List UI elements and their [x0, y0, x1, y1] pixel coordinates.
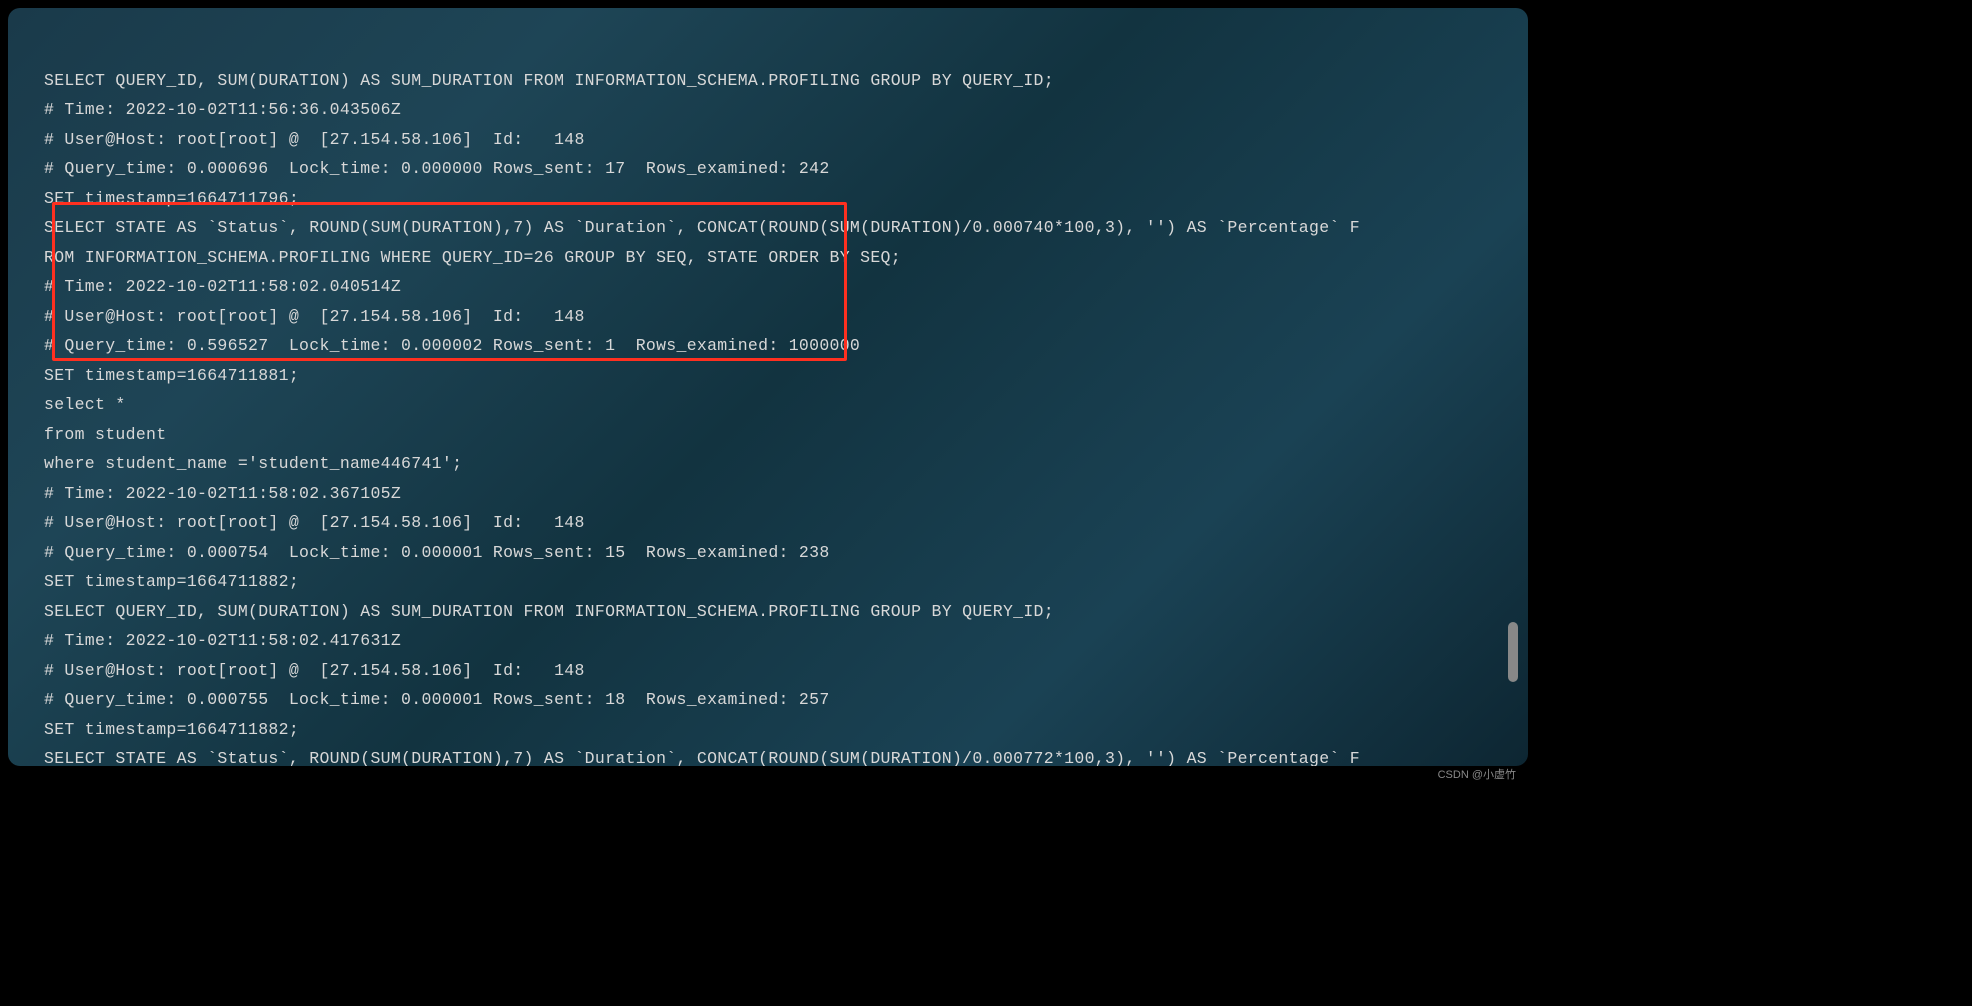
- log-line: # Query_time: 0.000696 Lock_time: 0.0000…: [44, 159, 830, 178]
- watermark-text: CSDN @小虚竹: [1438, 766, 1516, 782]
- log-line: # Time: 2022-10-02T11:58:02.040514Z: [44, 277, 401, 296]
- terminal-window: SELECT QUERY_ID, SUM(DURATION) AS SUM_DU…: [8, 8, 1528, 766]
- log-line: # Time: 2022-10-02T11:56:36.043506Z: [44, 100, 401, 119]
- terminal-output[interactable]: SELECT QUERY_ID, SUM(DURATION) AS SUM_DU…: [44, 36, 1492, 766]
- log-line: SELECT QUERY_ID, SUM(DURATION) AS SUM_DU…: [44, 602, 1054, 621]
- log-line: SELECT QUERY_ID, SUM(DURATION) AS SUM_DU…: [44, 71, 1054, 90]
- log-line: SET timestamp=1664711882;: [44, 572, 299, 591]
- log-line: # Query_time: 0.000755 Lock_time: 0.0000…: [44, 690, 830, 709]
- log-line: SET timestamp=1664711796;: [44, 189, 299, 208]
- log-line: ROM INFORMATION_SCHEMA.PROFILING WHERE Q…: [44, 248, 901, 267]
- log-line: # User@Host: root[root] @ [27.154.58.106…: [44, 661, 585, 680]
- log-line: select *: [44, 395, 126, 414]
- log-line: SELECT STATE AS `Status`, ROUND(SUM(DURA…: [44, 218, 1360, 237]
- log-line: # Time: 2022-10-02T11:58:02.367105Z: [44, 484, 401, 503]
- log-line: SET timestamp=1664711882;: [44, 720, 299, 739]
- log-line: # Time: 2022-10-02T11:58:02.417631Z: [44, 631, 401, 650]
- log-line: # User@Host: root[root] @ [27.154.58.106…: [44, 513, 585, 532]
- log-line: from student: [44, 425, 166, 444]
- log-line: # User@Host: root[root] @ [27.154.58.106…: [44, 130, 585, 149]
- vertical-scrollbar[interactable]: [1508, 622, 1518, 682]
- log-line: # Query_time: 0.596527 Lock_time: 0.0000…: [44, 336, 860, 355]
- log-line: SELECT STATE AS `Status`, ROUND(SUM(DURA…: [44, 749, 1360, 766]
- log-line: SET timestamp=1664711881;: [44, 366, 299, 385]
- log-line: where student_name ='student_name446741'…: [44, 454, 462, 473]
- log-line: # User@Host: root[root] @ [27.154.58.106…: [44, 307, 585, 326]
- log-line: # Query_time: 0.000754 Lock_time: 0.0000…: [44, 543, 830, 562]
